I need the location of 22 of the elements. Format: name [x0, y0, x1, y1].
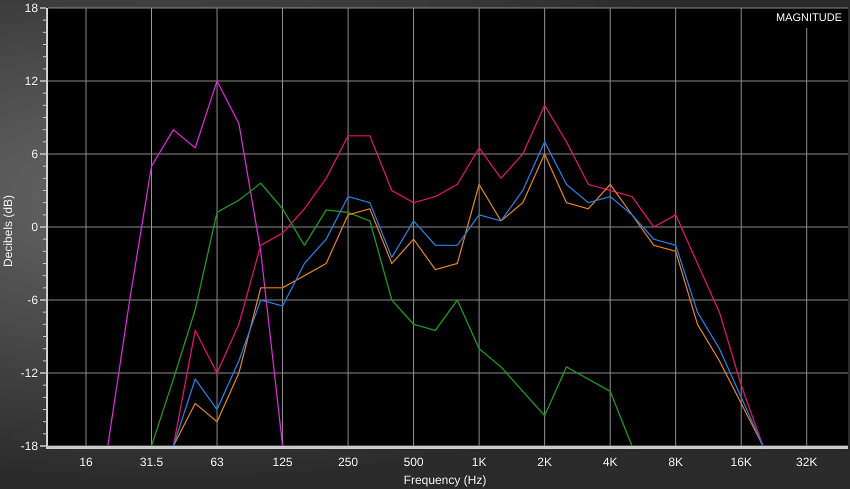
axis-tick-label: 18	[24, 1, 38, 15]
axis-tick-label: -6	[27, 293, 38, 307]
axis-tick-label: 250	[338, 455, 358, 469]
axis-tick-label: 16	[79, 455, 93, 469]
axis-tick-label: 63	[210, 455, 224, 469]
axis-tick-label: 4K	[602, 455, 618, 469]
axis-title: Frequency (Hz)	[404, 473, 486, 487]
axis-tick-label: 16K	[730, 455, 752, 469]
axis-tick-label: 6	[31, 147, 38, 161]
chart-title: MAGNITUDE	[776, 12, 842, 24]
axis-tick-label: 125	[272, 455, 293, 469]
axis-tick-label: 0	[31, 220, 38, 234]
axis-tick-label: 2K	[537, 455, 552, 469]
axis-tick-label: 500	[404, 455, 424, 469]
axis-tick-label: 31.5	[140, 455, 164, 469]
axis-tick-label: -18	[20, 439, 38, 453]
axis-tick-label: -12	[20, 366, 38, 380]
axis-tick-label: 32K	[796, 455, 818, 469]
axis-tick-label: 1K	[472, 455, 486, 469]
axis-tick-label: 8K	[668, 455, 684, 469]
axis-title: Decibels (dB)	[1, 194, 15, 268]
axis-tick-label: 12	[24, 74, 38, 88]
